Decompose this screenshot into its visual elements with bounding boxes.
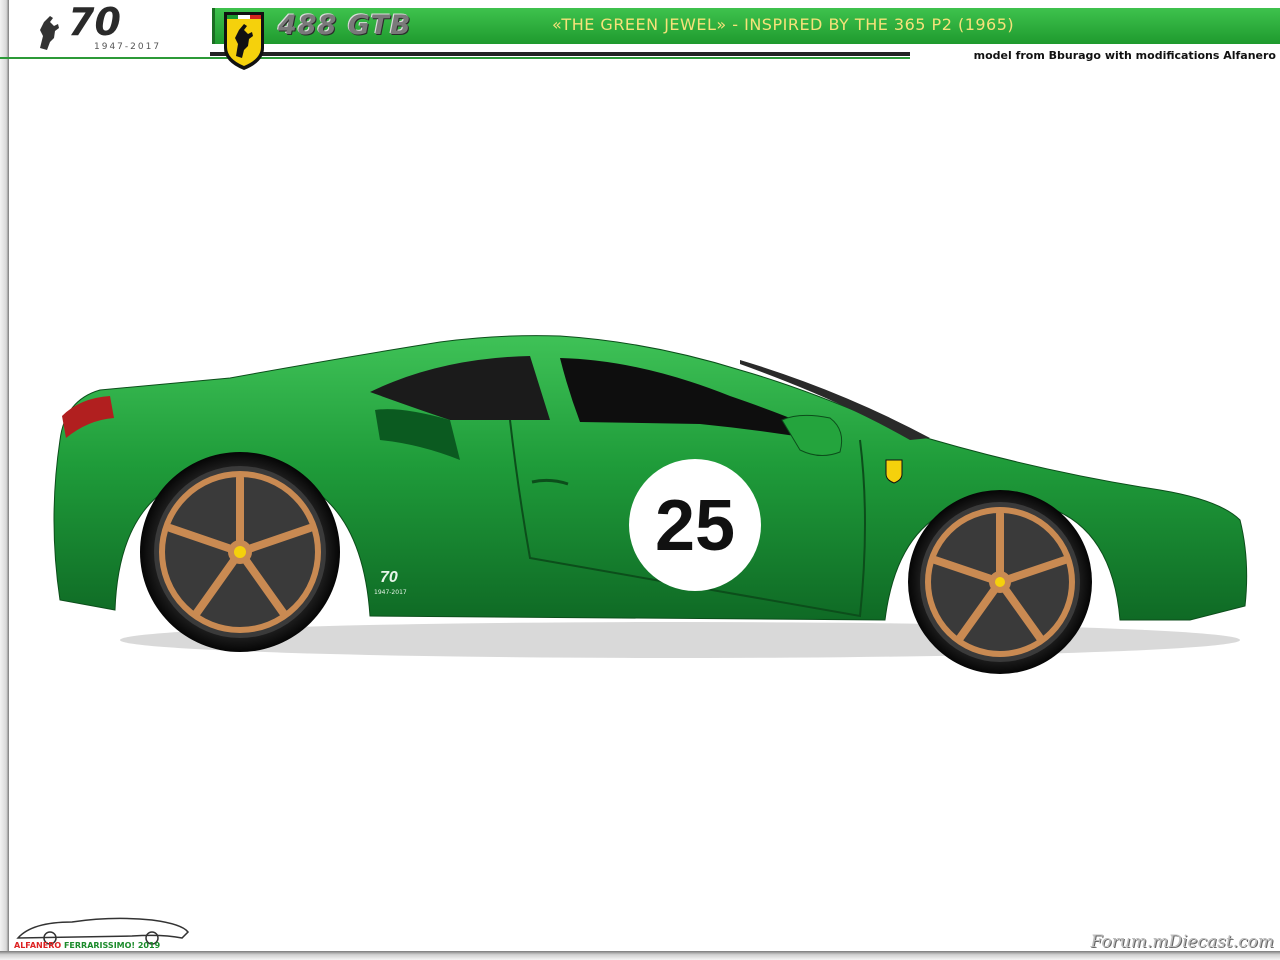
prancing-horse-icon [40, 16, 59, 50]
fender-badge-years: 1947-2017 [374, 589, 407, 596]
fender-shield-icon [885, 459, 903, 484]
credit-line: model from Bburago with modifications Al… [973, 49, 1276, 62]
anniversary-number: 70 [68, 0, 121, 44]
title-underline-green [0, 57, 910, 59]
forum-watermark: Forum.mDiecast.com [1090, 932, 1274, 952]
fender-badge-number: 70 [380, 569, 398, 586]
front-wheel [908, 490, 1092, 674]
bottom-frame-border [0, 951, 1280, 960]
footer-logo-text-part1: ALFANERO [14, 941, 62, 950]
left-frame-border [0, 0, 9, 960]
car-illustration: 25 70 1947-2017 [53, 335, 1248, 674]
race-number: 25 [655, 486, 735, 566]
page-subtitle: «THE GREEN JEWEL» - INSPIRED BY THE 365 … [552, 15, 1015, 34]
title-underline-dark [210, 52, 910, 56]
anniversary-logo: 70 1947-2017 [30, 0, 170, 54]
model-title: 488 GTB [278, 10, 412, 41]
footer-logo-text: ALFANERO FERRARISSIMO! 2019 [14, 941, 160, 950]
ferrari-shield-icon [224, 12, 264, 70]
rear-wheel [140, 452, 340, 652]
footer-logo-text-part2: FERRARISSIMO! 2019 [63, 941, 161, 950]
anniversary-years: 1947-2017 [94, 42, 162, 52]
